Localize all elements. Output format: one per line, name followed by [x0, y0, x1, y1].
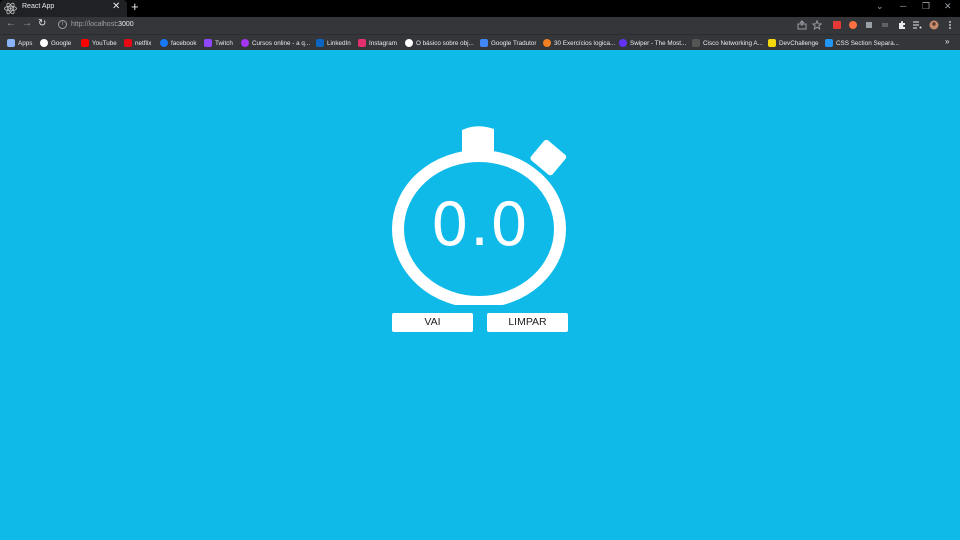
extension-dark-icon[interactable] — [880, 20, 890, 30]
react-favicon-icon — [4, 2, 17, 15]
google-icon — [40, 39, 48, 47]
extension-red-icon[interactable] — [832, 20, 842, 30]
new-tab-button[interactable]: + — [131, 0, 139, 14]
mdn-icon — [405, 39, 413, 47]
site-info-icon[interactable]: i — [58, 20, 67, 29]
reload-button[interactable]: ↻ — [38, 18, 46, 29]
netflix-icon — [124, 39, 132, 47]
window-close-button[interactable]: ✕ — [944, 1, 952, 12]
bookmark-item[interactable]: DevChallenge — [768, 38, 819, 48]
bookmark-item[interactable]: Cisco Networking A... — [692, 38, 763, 48]
css-icon — [825, 39, 833, 47]
timer-display: 0.0 — [430, 190, 530, 260]
bookmark-item[interactable]: Cursos online - a q... — [241, 38, 310, 48]
facebook-icon — [160, 39, 168, 47]
extensions-puzzle-icon[interactable] — [897, 20, 907, 30]
extension-orange-icon[interactable] — [848, 20, 858, 30]
browser-menu-icon[interactable] — [945, 20, 955, 30]
tab-title: React App — [22, 3, 55, 10]
extension-gray-icon[interactable] — [864, 20, 874, 30]
linkedin-icon — [316, 39, 324, 47]
bookmark-item[interactable]: Google Tradutor — [480, 38, 537, 48]
restore-button[interactable]: ❐ — [922, 1, 930, 12]
udemy-icon — [241, 39, 249, 47]
back-button[interactable]: ← — [6, 18, 16, 29]
tab-search-chevron-icon[interactable]: ⌄ — [876, 1, 884, 12]
bookmark-star-icon[interactable] — [812, 20, 822, 30]
url-text: http://localhost:3000 — [71, 21, 134, 28]
bookmark-item[interactable]: 30 Exercícios logica... — [543, 38, 615, 48]
twitch-icon — [204, 39, 212, 47]
clear-button[interactable]: LIMPAR — [487, 313, 568, 332]
bookmarks-overflow-button[interactable]: » — [945, 37, 949, 46]
bookmark-item[interactable]: facebook — [160, 38, 197, 48]
browser-tab-bar: React App ✕ + ⌄ ─ ❐ ✕ — [0, 0, 960, 17]
bookmark-item[interactable]: Google — [40, 38, 71, 48]
reading-list-icon[interactable] — [912, 20, 922, 30]
instagram-icon — [358, 39, 366, 47]
minimize-button[interactable]: ─ — [900, 1, 906, 11]
profile-avatar-icon[interactable] — [929, 20, 939, 30]
youtube-icon — [81, 39, 89, 47]
address-bar[interactable]: i http://localhost:3000 — [55, 18, 675, 33]
start-button[interactable]: VAI — [392, 313, 473, 332]
bookmark-item[interactable]: YouTube — [81, 38, 117, 48]
bookmark-item[interactable]: Apps — [7, 38, 32, 48]
apps-grid-icon — [7, 39, 15, 47]
bookmarks-bar: Apps Google YouTube netflix facebook Twi… — [0, 34, 960, 50]
bookmark-item[interactable]: Twitch — [204, 38, 233, 48]
translate-icon — [480, 39, 488, 47]
cisco-icon — [692, 39, 700, 47]
stackoverflow-icon — [543, 39, 551, 47]
forward-button[interactable]: → — [22, 18, 32, 29]
bookmark-item[interactable]: netflix — [124, 38, 151, 48]
bookmark-item[interactable]: Instagram — [358, 38, 397, 48]
share-icon[interactable] — [797, 20, 807, 30]
swiper-icon — [619, 39, 627, 47]
bookmark-item[interactable]: LinkedIn — [316, 38, 351, 48]
devchallenge-icon — [768, 39, 776, 47]
browser-toolbar: ← → ↻ i http://localhost:3000 — [0, 17, 960, 34]
bookmark-item[interactable]: CSS Section Separa... — [825, 38, 899, 48]
app-page: 0.0 VAI LIMPAR — [0, 50, 960, 540]
bookmark-item[interactable]: O básico sobre obj... — [405, 38, 474, 48]
browser-tab[interactable]: React App ✕ — [0, 0, 127, 17]
tab-close-icon[interactable]: ✕ — [112, 1, 120, 12]
bookmark-item[interactable]: Swiper - The Most... — [619, 38, 686, 48]
